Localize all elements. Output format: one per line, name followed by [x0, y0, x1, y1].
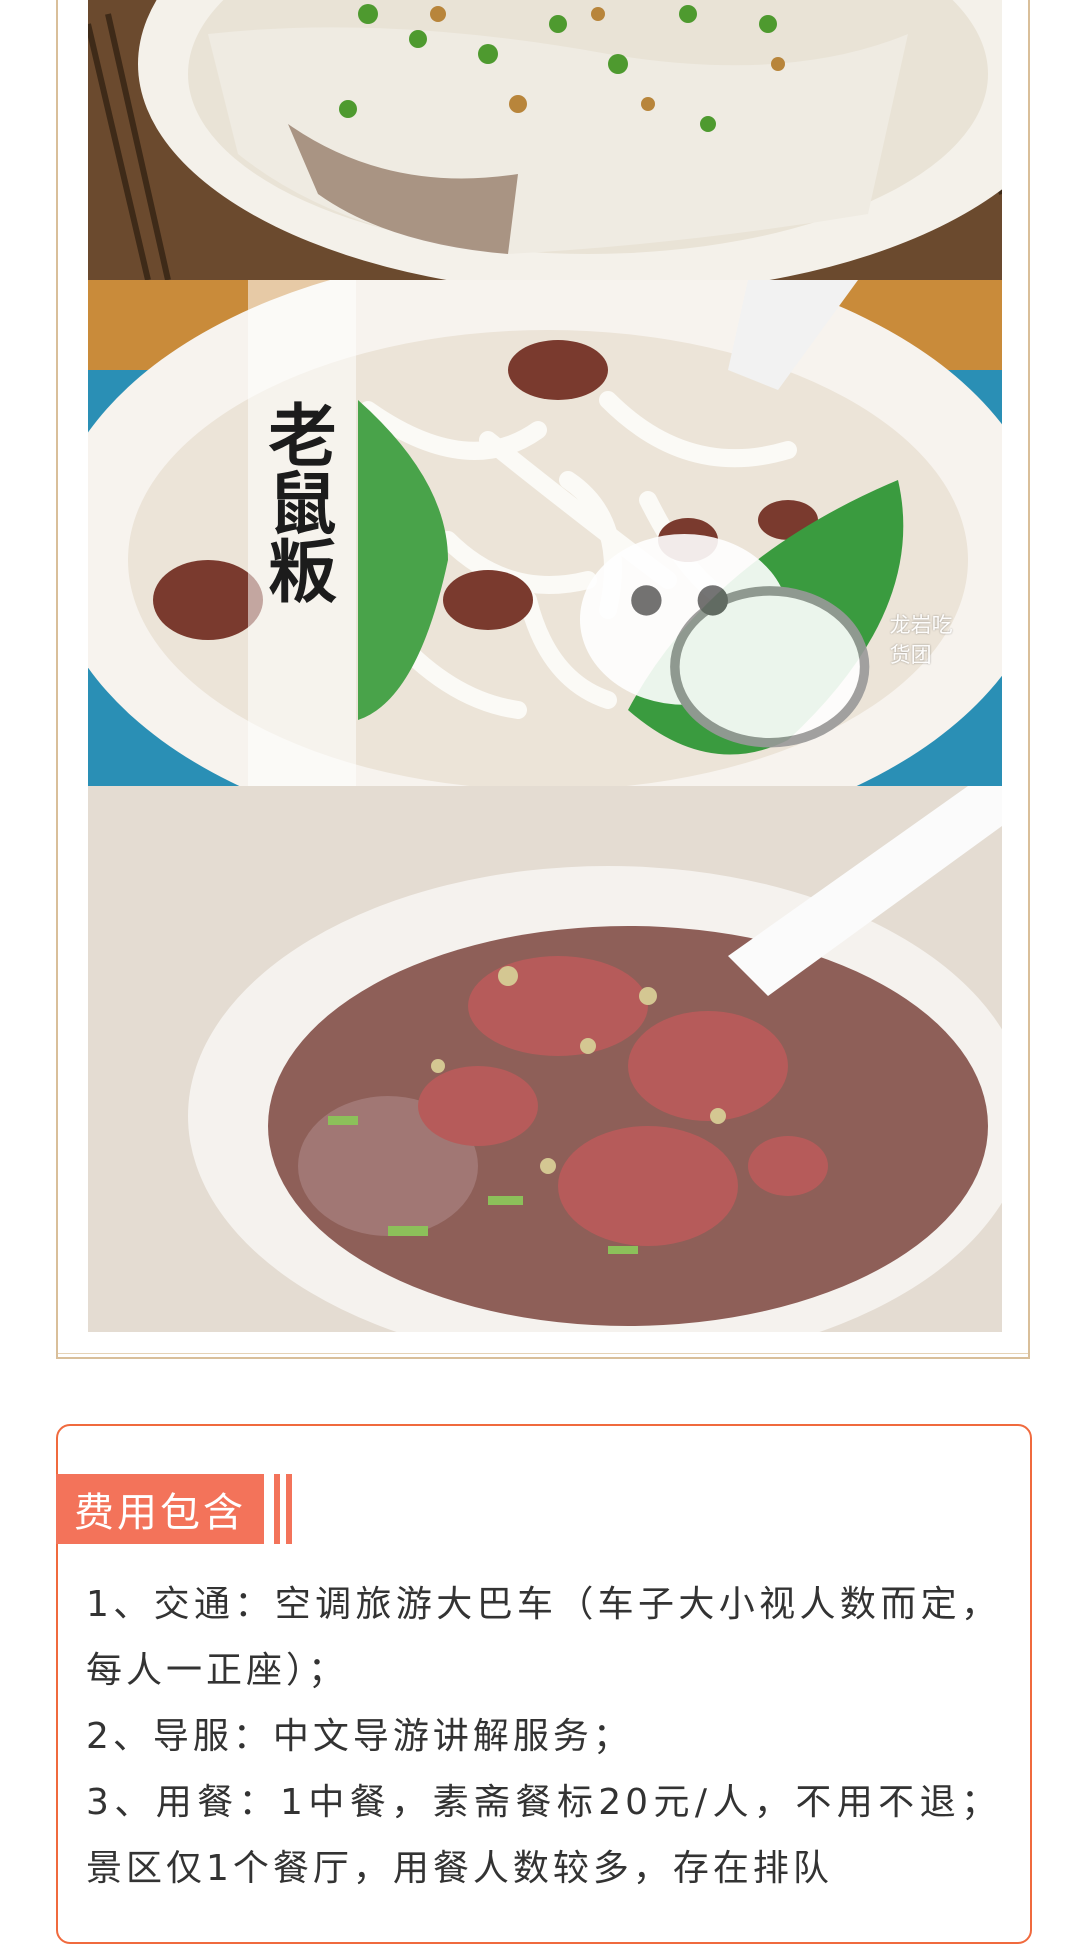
wechat-icon — [579, 534, 870, 748]
beef-soup-photo — [88, 786, 1002, 1332]
food-image-card: 老鼠粄 龙岩吃货团 — [56, 0, 1030, 1359]
source-watermark: 龙岩吃货团 — [561, 515, 972, 762]
fee-list: 1、交通：空调旅游大巴车（车子大小视人数而定，每人一正座）； 2、导服：中文导游… — [86, 1572, 1001, 1902]
rice-roll-photo — [88, 0, 1002, 280]
heading-accent-bar — [274, 1474, 280, 1544]
fee-item-transport: 1、交通：空调旅游大巴车（车子大小视人数而定，每人一正座）； — [86, 1584, 1001, 1691]
fee-item-guide: 2、导服：中文导游讲解服务； — [86, 1716, 633, 1757]
divider — [58, 1353, 1028, 1354]
dish-title: 老鼠粄 — [256, 400, 336, 604]
fee-section: 费用包含 1、交通：空调旅游大巴车（车子大小视人数而定，每人一正座）； 2、导服… — [56, 1424, 1032, 1944]
fee-heading: 费用包含 — [56, 1474, 264, 1544]
noodle-soup-photo: 老鼠粄 龙岩吃货团 — [88, 280, 1002, 786]
watermark-text: 龙岩吃货团 — [889, 612, 953, 667]
fee-item-meal: 3、用餐：1中餐，素斋餐标20元/人，不用不退；景区仅1个餐厅，用餐人数较多，存… — [86, 1782, 1001, 1889]
heading-accent-bar — [286, 1474, 292, 1544]
